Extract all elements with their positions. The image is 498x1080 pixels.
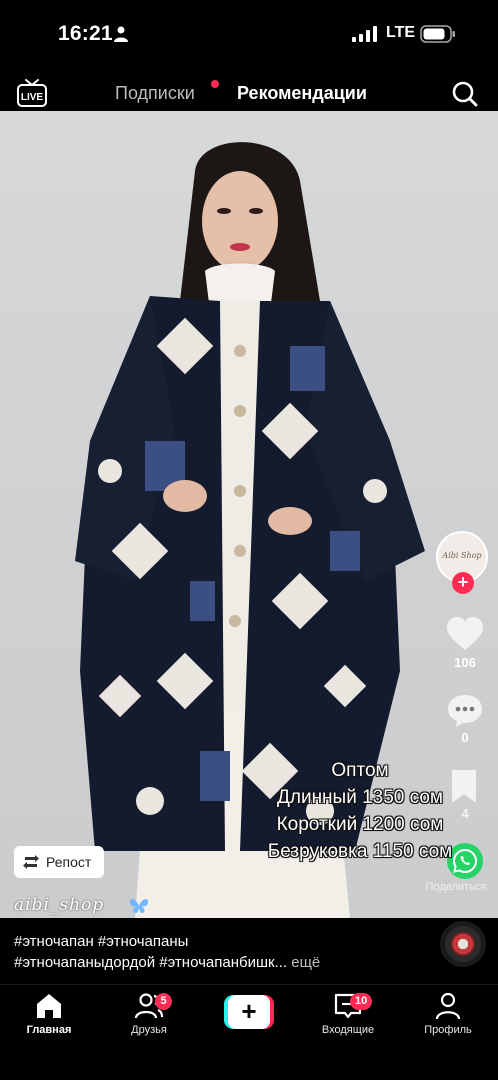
- overlay-line-vest: Безруковка 1150 сом: [267, 841, 453, 862]
- clock: 16:21: [58, 22, 113, 45]
- friends-badge: 5: [155, 993, 172, 1010]
- profile-icon: [435, 992, 461, 1020]
- create-button[interactable]: +: [224, 995, 274, 1029]
- music-disc[interactable]: [440, 921, 486, 967]
- caption-more-link[interactable]: ещё: [291, 954, 320, 971]
- network-type: LTE: [386, 24, 416, 41]
- video-player[interactable]: Aibi Shop + 106 0 4 Поделиться Оптом Дли…: [0, 111, 498, 918]
- overlay-line-long: Длинный 1350 сом: [277, 787, 443, 808]
- inbox-badge: 10: [350, 993, 373, 1010]
- home-icon: [37, 994, 61, 1018]
- nav-profile-label: Профиль: [424, 1024, 472, 1036]
- notification-dot: [211, 80, 219, 88]
- nav-inbox-label: Входящие: [321, 1024, 375, 1036]
- butterfly-icon: [129, 899, 149, 913]
- live-icon[interactable]: LIVE: [16, 78, 48, 108]
- overlay-line-short: Короткий 1200 сом: [276, 814, 444, 835]
- signal-icon: [352, 26, 377, 42]
- nav-friends[interactable]: Друзья 5: [109, 991, 189, 1036]
- follow-button[interactable]: +: [452, 572, 474, 594]
- nav-inbox[interactable]: Входящие 10: [308, 991, 388, 1036]
- comment-count: 0: [461, 730, 469, 745]
- person-icon: [114, 26, 128, 42]
- bottom-nav: Главная Друзья 5 + Входящие 10 Профиль: [0, 984, 498, 1080]
- battery-icon: [420, 25, 455, 43]
- music-disc-art: [451, 932, 475, 956]
- tab-for-you[interactable]: Рекомендации: [237, 83, 367, 104]
- like-count: 106: [454, 655, 476, 670]
- top-nav: LIVE Подписки Рекомендации: [0, 68, 498, 116]
- avatar-logo-text: Aibi Shop: [442, 551, 482, 560]
- repost-label: Репост: [46, 854, 92, 870]
- caption-line-1: #этночапан #этночапаны: [14, 933, 189, 950]
- nav-home[interactable]: Главная: [9, 991, 89, 1036]
- nav-home-label: Главная: [26, 1024, 72, 1036]
- nav-profile[interactable]: Профиль: [408, 991, 488, 1036]
- live-label: LIVE: [21, 92, 44, 103]
- share-label: Поделиться: [425, 881, 487, 893]
- shop-watermark: aibi_shop: [14, 895, 105, 915]
- tab-following[interactable]: Подписки: [115, 83, 195, 104]
- caption-hashtags: #этночапаныдордой #этночапанбишк...: [14, 954, 288, 971]
- comment-icon[interactable]: [446, 693, 484, 729]
- nav-friends-label: Друзья: [131, 1024, 167, 1036]
- overlay-line-wholesale: Оптом: [331, 760, 389, 781]
- search-icon[interactable]: [452, 81, 478, 107]
- plus-icon: +: [228, 995, 270, 1029]
- video-caption[interactable]: #этночапан #этночапаны #этночапаныдордой…: [14, 931, 414, 973]
- repost-button[interactable]: Репост: [14, 846, 104, 878]
- repost-icon: [23, 855, 39, 869]
- status-bar: 16:21 LTE: [0, 0, 498, 68]
- caption-line-2: #этночапаныдордой #этночапанбишк... ещё: [14, 952, 414, 973]
- heart-icon[interactable]: [446, 617, 484, 651]
